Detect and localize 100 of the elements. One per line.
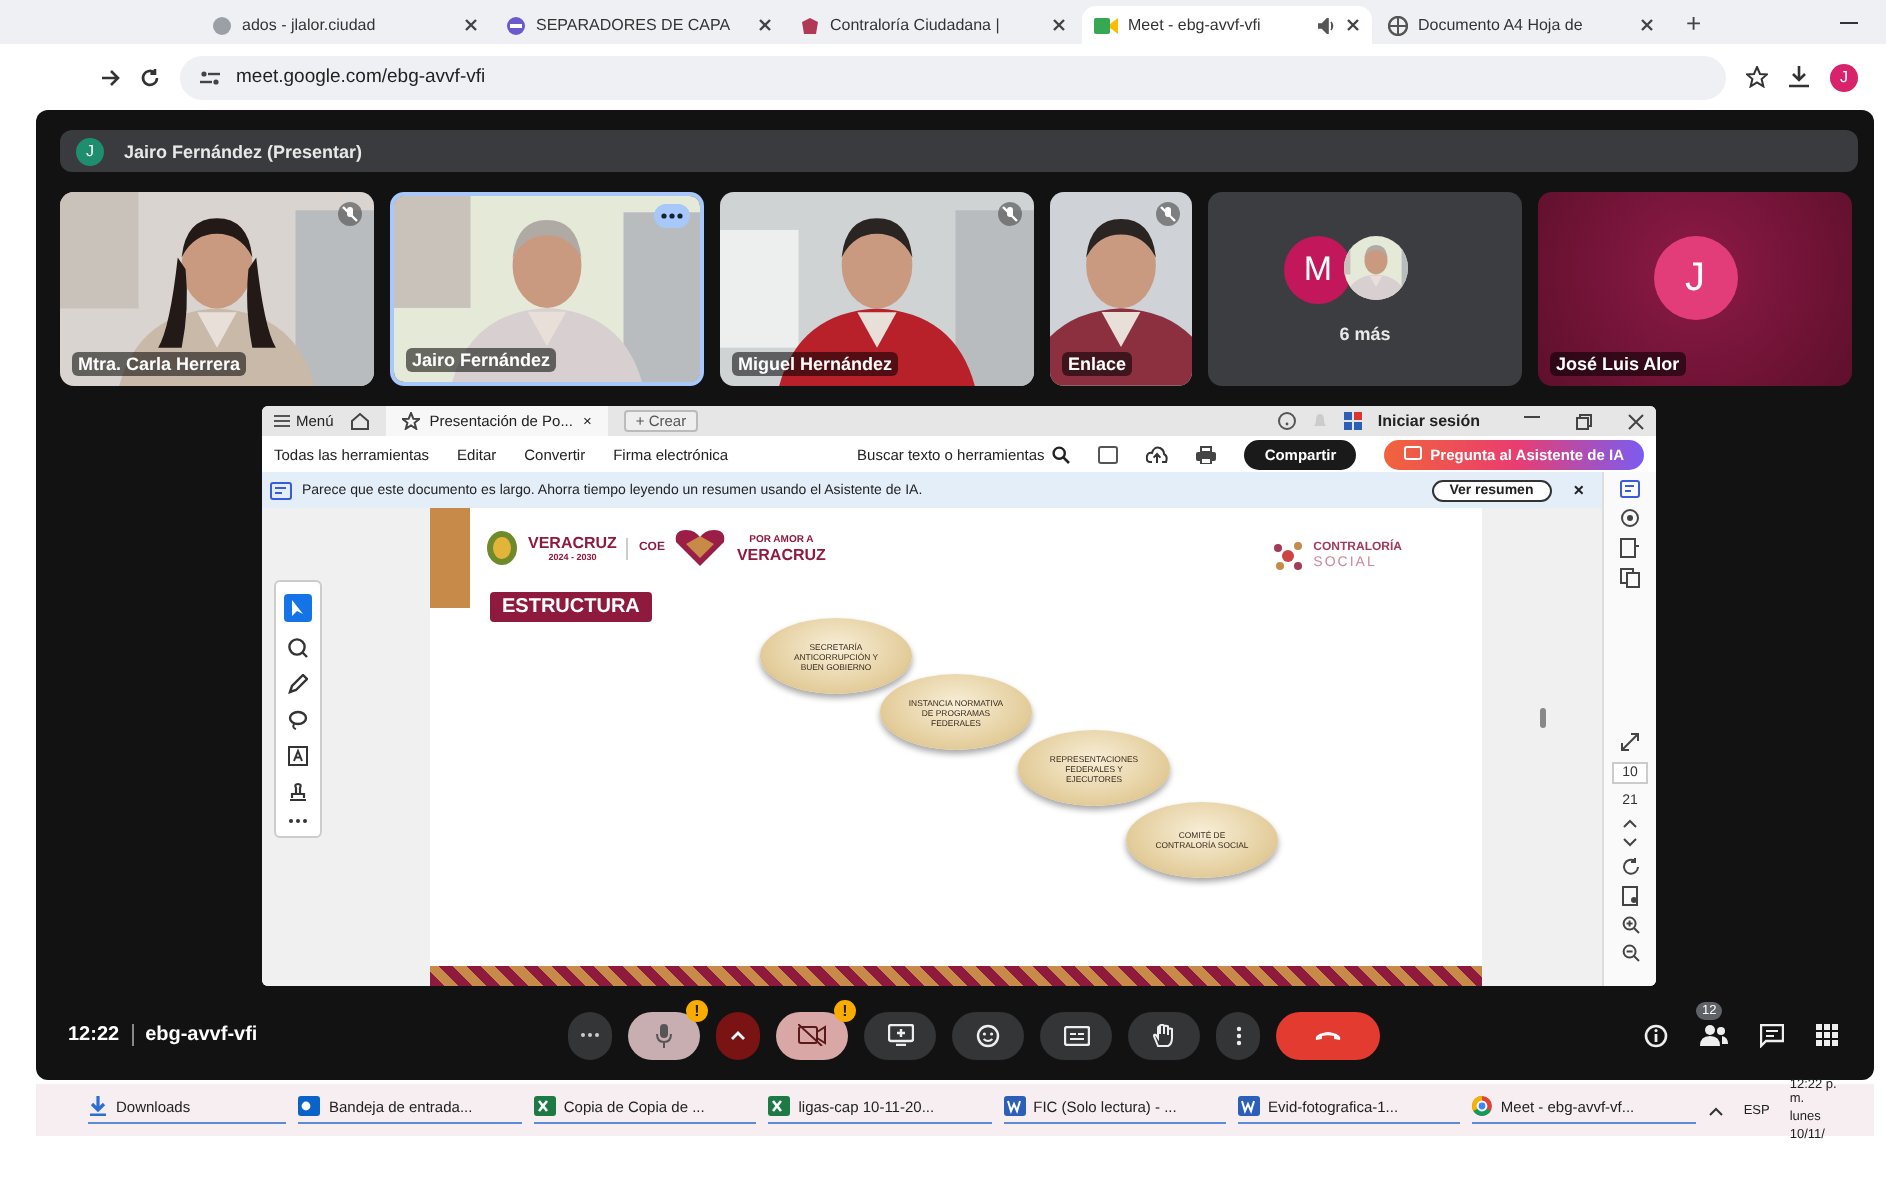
hand-icon <box>1152 1023 1176 1048</box>
sign-in-link[interactable]: Iniciar sesión <box>1377 412 1480 431</box>
mail-app-icon <box>298 1096 321 1116</box>
participant-name: José Luis Alor <box>1550 352 1686 377</box>
meeting-code: ebg-avvf-vfi <box>145 1024 258 1047</box>
captions-icon <box>1063 1025 1089 1046</box>
page-comment-icon[interactable] <box>1620 538 1640 559</box>
address-bar[interactable]: meet.google.com/ebg-avvf-vfi <box>180 55 1726 99</box>
motto-text: VERACRUZ <box>736 545 826 564</box>
mic-off-icon <box>998 202 1022 227</box>
present-button[interactable] <box>864 1011 936 1060</box>
zoom-out-icon[interactable] <box>1621 944 1639 963</box>
state-name: VERACRUZ <box>528 534 617 553</box>
download-icon[interactable] <box>1788 66 1810 88</box>
mic-off-icon <box>1156 202 1180 227</box>
spreadsheet-app-icon <box>768 1096 791 1116</box>
browser-tab[interactable]: Documento A4 Hoja de <box>1376 6 1666 44</box>
more-options-button[interactable] <box>1216 1011 1260 1060</box>
upload-icon[interactable] <box>1146 445 1169 464</box>
browser-tab[interactable]: SEPARADORES DE CAPA <box>494 6 784 44</box>
url-text: meet.google.com/ebg-avvf-vfi <box>236 66 486 88</box>
info-icon[interactable] <box>1644 1023 1668 1048</box>
print-icon[interactable] <box>1196 445 1217 464</box>
expand-icon[interactable] <box>1620 732 1640 753</box>
star-icon[interactable] <box>1746 66 1768 88</box>
warning-badge: ! <box>686 999 708 1022</box>
camera-button[interactable] <box>776 1011 848 1060</box>
close-icon[interactable] <box>1628 413 1644 430</box>
apps-icon[interactable] <box>1343 412 1362 431</box>
lasso-tool-icon[interactable] <box>288 710 308 731</box>
chat-icon <box>1404 446 1423 463</box>
document-app-icon <box>1003 1096 1026 1116</box>
slides-icon <box>506 15 526 35</box>
browser-tab[interactable]: ados - jlalor.ciudad <box>200 6 490 44</box>
select-tool-icon[interactable] <box>284 594 312 623</box>
more-icon <box>580 1032 600 1039</box>
download-icon <box>88 1096 108 1116</box>
close-icon <box>758 18 772 32</box>
people-icon[interactable] <box>1700 1024 1728 1047</box>
reactions-button[interactable] <box>952 1011 1024 1060</box>
microphone-icon <box>656 1023 672 1048</box>
meeting-time: 12:22 <box>68 1024 120 1047</box>
minimize-icon[interactable] <box>1840 19 1858 25</box>
heart-logo-icon <box>674 528 727 569</box>
copy-pages-icon[interactable] <box>1620 568 1640 589</box>
avatar: J <box>76 137 104 166</box>
summary-icon[interactable] <box>1620 480 1640 499</box>
star-icon <box>401 412 420 431</box>
camera-off-icon <box>798 1024 826 1047</box>
caret-icon[interactable] <box>1707 1105 1724 1115</box>
raise-hand-button[interactable] <box>1128 1011 1200 1060</box>
text-box-tool-icon[interactable] <box>288 746 308 767</box>
presenter-label: Jairo Fernández (Presentar) <box>124 141 363 162</box>
reload-icon[interactable] <box>140 67 160 87</box>
apps-grid-icon[interactable] <box>1816 1024 1838 1047</box>
present-icon <box>887 1024 913 1047</box>
more-participants-label: 6 más <box>1337 324 1393 345</box>
globe-icon <box>1388 15 1408 35</box>
previous-page-icon[interactable] <box>1622 818 1638 829</box>
participant-name: Jairo Fernández <box>406 348 557 373</box>
new-tab-button[interactable]: + <box>1670 7 1718 37</box>
speaker-icon <box>1318 17 1336 33</box>
zoom-in-icon[interactable] <box>1621 916 1639 935</box>
participant-tile[interactable]: M 6 más <box>1208 192 1522 387</box>
help-icon[interactable] <box>1277 412 1296 431</box>
restore-icon[interactable] <box>1576 413 1592 430</box>
close-banner-button[interactable]: × <box>1561 480 1596 501</box>
forward-icon[interactable] <box>100 67 120 87</box>
captions-button[interactable] <box>1040 1011 1112 1060</box>
warning-badge: ! <box>834 999 856 1022</box>
microphone-button[interactable] <box>628 1011 700 1060</box>
search-icon <box>1052 445 1071 464</box>
comment-tool-icon[interactable] <box>288 638 308 659</box>
pen-tool-icon[interactable] <box>288 674 308 695</box>
stamp-tool-icon[interactable] <box>288 782 308 803</box>
browser-tab[interactable]: Contraloría Ciudadana | <box>788 6 1078 44</box>
camera-icon <box>1094 15 1118 35</box>
document-app-icon <box>1238 1096 1261 1116</box>
next-page-icon[interactable] <box>1622 838 1638 849</box>
close-icon <box>464 18 478 32</box>
mic-off-icon <box>338 202 362 227</box>
browser-icon <box>1472 1096 1493 1116</box>
view-icon[interactable] <box>1620 508 1640 529</box>
summary-icon <box>270 481 292 500</box>
more-icon[interactable] <box>288 818 308 825</box>
rotate-icon[interactable] <box>1621 858 1639 877</box>
camera-options-button[interactable] <box>716 1011 760 1060</box>
page-settings-icon[interactable] <box>1621 886 1639 907</box>
chat-icon[interactable] <box>1760 1023 1784 1048</box>
leave-call-button[interactable] <box>1276 1011 1380 1060</box>
page-icon <box>212 15 232 35</box>
minimize-icon[interactable] <box>1524 413 1540 420</box>
browser-tab[interactable]: Meet - ebg-avvf-vfi <box>1082 6 1372 44</box>
profile-avatar[interactable]: J <box>1830 63 1858 91</box>
scrollbar-thumb[interactable] <box>1539 708 1545 729</box>
home-icon[interactable] <box>349 412 370 431</box>
scan-icon[interactable] <box>1098 445 1119 464</box>
close-icon <box>1052 18 1066 32</box>
more-vertical-icon <box>1235 1025 1241 1046</box>
spreadsheet-app-icon <box>533 1096 556 1116</box>
